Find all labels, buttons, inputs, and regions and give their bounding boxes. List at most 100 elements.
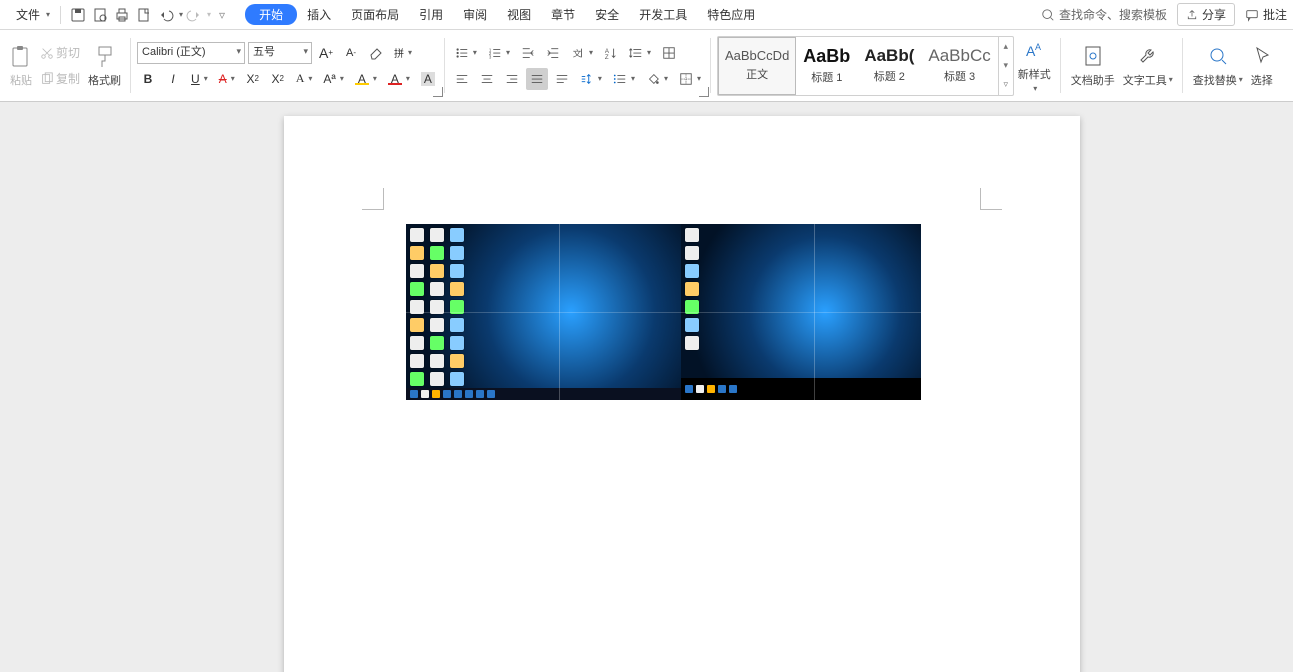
paste-button[interactable]: 粘贴 — [6, 42, 36, 90]
paragraph-spacing-button[interactable]: ▾ — [576, 68, 606, 90]
screenshot-image-2[interactable] — [681, 224, 921, 400]
text-direction-button[interactable]: 文▾ — [567, 42, 597, 64]
comments-button[interactable]: 批注 — [1235, 2, 1287, 27]
document-area[interactable]: ▾ — [0, 102, 1293, 672]
tab-layout-label: 页面布局 — [351, 6, 399, 23]
share-button[interactable]: 分享 — [1177, 3, 1235, 26]
select-button[interactable]: 选择 — [1247, 42, 1277, 90]
format-painter-button[interactable]: 格式刷 — [84, 42, 125, 90]
font-group-launcher[interactable] — [433, 87, 443, 97]
align-right-button[interactable] — [501, 68, 523, 90]
search-commands[interactable]: 查找命令、搜索模板 — [1031, 2, 1177, 27]
search-placeholder: 查找命令、搜索模板 — [1059, 6, 1167, 23]
distribute-button[interactable] — [551, 68, 573, 90]
tab-special[interactable]: 特色应用 — [697, 2, 765, 27]
tab-start[interactable]: 开始 — [245, 4, 297, 25]
style-normal[interactable]: AaBbCcDd 正文 — [718, 37, 796, 95]
taskbar-1 — [406, 388, 681, 400]
tab-start-label: 开始 — [259, 6, 283, 23]
document-page[interactable] — [284, 116, 1080, 672]
tab-review[interactable]: 审阅 — [453, 2, 497, 27]
cursor-icon — [1251, 44, 1273, 70]
font-row-1: Calibri (正文) 五号 A+ A- 拼▾ — [137, 42, 439, 64]
line-spacing-icon — [629, 46, 643, 60]
bold-button[interactable]: B — [137, 68, 159, 90]
tab-view[interactable]: 视图 — [497, 2, 541, 27]
text-effects-button[interactable]: A▾ — [292, 68, 317, 90]
decrease-indent-button[interactable] — [517, 42, 539, 64]
desktop-icons-2 — [685, 228, 701, 350]
font-size-select[interactable]: 五号 — [248, 42, 312, 64]
style-heading2[interactable]: AaBb( 标题 2 — [857, 37, 921, 95]
style-h3-name: 标题 3 — [944, 68, 975, 84]
underline-button[interactable]: U▾ — [187, 68, 212, 90]
tab-review-label: 审阅 — [463, 6, 487, 23]
highlight-button[interactable]: A▾ — [351, 68, 381, 90]
tab-chapter[interactable]: 章节 — [541, 2, 585, 27]
shading-button[interactable]: ▾ — [642, 68, 672, 90]
document-icon[interactable] — [133, 4, 155, 26]
strikethrough-button[interactable]: A▾ — [215, 68, 239, 90]
group-clipboard: 粘贴 剪切 复制 格式刷 — [4, 32, 131, 99]
bucket-icon — [646, 72, 660, 86]
tab-references-label: 引用 — [419, 6, 443, 23]
styles-up[interactable]: ▴ — [999, 37, 1013, 56]
paragraph-group-launcher[interactable] — [699, 87, 709, 97]
tab-security[interactable]: 安全 — [585, 2, 629, 27]
redo-icon[interactable] — [183, 4, 205, 26]
style-h1-name: 标题 1 — [811, 69, 842, 85]
phonetic-guide-button[interactable]: 拼▾ — [390, 42, 416, 64]
line-spacing-button[interactable]: ▾ — [625, 42, 655, 64]
sort-button[interactable]: AZ — [600, 42, 622, 64]
tab-stops-button[interactable]: ▾ — [609, 68, 639, 90]
align-center-button[interactable] — [476, 68, 498, 90]
style-normal-name: 正文 — [746, 66, 768, 82]
style-h2-name: 标题 2 — [874, 68, 905, 84]
style-heading1[interactable]: AaBb 标题 1 — [796, 37, 857, 95]
styles-down[interactable]: ▾ — [999, 56, 1013, 75]
save-icon[interactable] — [67, 4, 89, 26]
bullets-icon — [455, 46, 469, 60]
number-list-button[interactable]: 123▾ — [484, 42, 514, 64]
cut-button[interactable]: 剪切 — [36, 42, 84, 64]
redo-dropdown[interactable]: ▾ — [207, 10, 211, 19]
clear-format-button[interactable] — [365, 42, 387, 64]
comment-icon — [1245, 8, 1259, 22]
superscript-button[interactable]: X2 — [242, 68, 264, 90]
tab-devtools-label: 开发工具 — [639, 6, 687, 23]
tab-references[interactable]: 引用 — [409, 2, 453, 27]
new-style-button[interactable]: AA 新样式▾ — [1014, 36, 1055, 95]
doc-helper-button[interactable]: 文档助手 — [1067, 42, 1119, 90]
font-color-button[interactable]: A▾ — [384, 68, 414, 90]
magnifier-icon — [1207, 44, 1229, 70]
tab-insert[interactable]: 插入 — [297, 2, 341, 27]
styles-more[interactable]: ▿ — [999, 75, 1013, 94]
increase-indent-button[interactable] — [542, 42, 564, 64]
shrink-font-button[interactable]: A- — [340, 42, 362, 64]
copy-button[interactable]: 复制 — [36, 68, 84, 90]
select-label: 选择 — [1251, 72, 1273, 88]
text-tools-button[interactable]: 文字工具▾ — [1119, 42, 1177, 90]
style-heading3[interactable]: AaBbCc 标题 3 — [921, 37, 997, 95]
find-replace-button[interactable]: 查找替换▾ — [1189, 42, 1247, 90]
grow-font-button[interactable]: A+ — [315, 42, 337, 64]
change-case-button[interactable]: Aª▾ — [319, 68, 347, 90]
undo-icon[interactable] — [155, 4, 177, 26]
customize-qat-icon[interactable]: ▿ — [211, 4, 233, 26]
cut-label: 剪切 — [56, 44, 80, 61]
align-justify-button[interactable] — [526, 68, 548, 90]
menu-file[interactable]: 文件 ▾ — [6, 2, 54, 27]
screenshot-image-1[interactable] — [406, 224, 681, 400]
bullet-list-button[interactable]: ▾ — [451, 42, 481, 64]
show-marks-button[interactable] — [658, 42, 680, 64]
italic-button[interactable]: I — [162, 68, 184, 90]
print-icon[interactable] — [111, 4, 133, 26]
font-name-select[interactable]: Calibri (正文) — [137, 42, 245, 64]
subscript-button[interactable]: X2 — [267, 68, 289, 90]
tab-devtools[interactable]: 开发工具 — [629, 2, 697, 27]
align-left-button[interactable] — [451, 68, 473, 90]
print-preview-icon[interactable] — [89, 4, 111, 26]
paragraph-row-2: ▾ ▾ ▾ ▾ — [451, 68, 705, 90]
tab-layout[interactable]: 页面布局 — [341, 2, 409, 27]
ribbon: 粘贴 剪切 复制 格式刷 Calibri (正文) 五号 A+ A- — [0, 30, 1293, 102]
